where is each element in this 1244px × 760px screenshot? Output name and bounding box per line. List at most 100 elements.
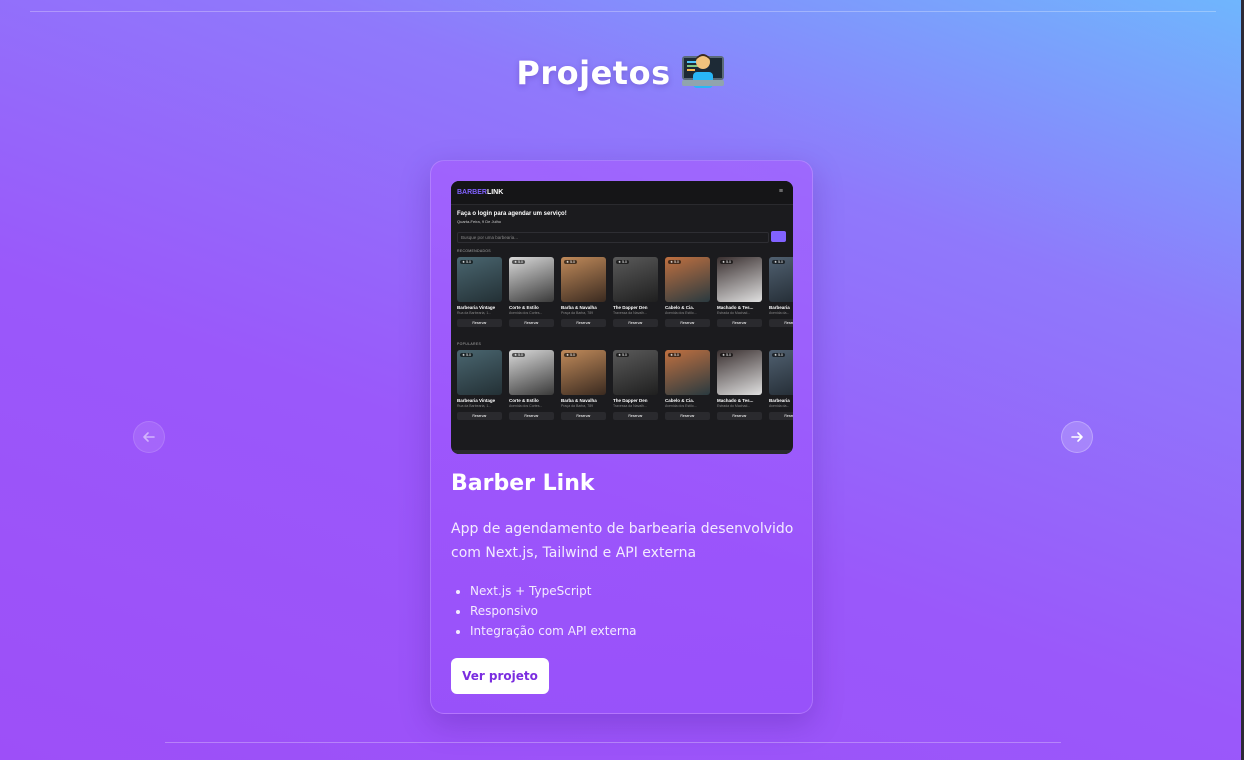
shop-reserve-button: Reservar: [613, 319, 658, 327]
tech-item: Integração com API externa: [470, 621, 637, 641]
shop-thumbnail: ★ 5.0: [613, 350, 658, 395]
shop-address: Avenida dos Cortes...: [509, 311, 543, 315]
screenshot-recommended-row: ★ 5.0 Barbearia Vintage Rua da Barbearia, …: [457, 257, 793, 327]
screenshot-popular-row: ★ 5.0 Barbearia Vintage Rua da Barbearia, …: [457, 350, 793, 420]
view-project-button[interactable]: Ver projeto: [451, 658, 549, 694]
shop-name: Machado & Tes...: [717, 305, 754, 310]
shop-address: Estrada do Machad...: [717, 311, 751, 315]
shop-address: Rua da Barbearia, 1...: [457, 311, 492, 315]
screenshot-popular-label: POPULARES: [457, 342, 482, 346]
shop-address: Travessa da Navalh...: [613, 311, 647, 315]
shop-reserve-button: Reservar: [509, 319, 554, 327]
shop-name: Barbearia: [769, 305, 790, 310]
shop-rating: ★ 5.0: [668, 260, 681, 264]
shop-address: Estrada do Machad...: [717, 404, 751, 408]
shop-name: Barbearia Vintage: [457, 305, 496, 310]
shop-name: Barba & Navalha: [561, 398, 597, 403]
screenshot-date: Quarta-Feira, 9 De Julho: [457, 219, 502, 224]
shop-name: Cabelo & Cia.: [665, 398, 695, 403]
screenshot-header: BARBERLINK ≡: [451, 181, 793, 205]
screenshot-shop-card: ★ 5.0 Corte & Estilo Avenida dos Cortes...…: [509, 257, 554, 327]
shop-thumbnail: ★ 5.0: [457, 350, 502, 395]
project-description: App de agendamento de barbearia desenvol…: [451, 521, 794, 561]
shop-address: Avenida dos Cortes...: [509, 404, 543, 408]
shop-rating: ★ 5.0: [720, 260, 733, 264]
screenshot-shop-card: ★ 5.0 Cabelo & Cia. Avenida dos Estilo... R…: [665, 257, 710, 327]
shop-address: Praça da Barba, 789: [561, 311, 594, 315]
shop-reserve-button: Reservar: [717, 412, 762, 420]
screenshot-shop-card: ★ 5.0 Machado & Tes... Estrada do Machad..…: [717, 350, 762, 420]
screenshot-shop-card: ★ 5.0 The Dapper Den Travessa da Navalh...…: [613, 257, 658, 327]
shop-reserve-button: Reservar: [769, 319, 793, 327]
shop-rating: ★ 5.0: [668, 353, 681, 357]
shop-name: Cabelo & Cia.: [665, 305, 695, 310]
screenshot-shop-card: ★ 5.0 BarbeariaAvenida da... Reservar: [769, 257, 793, 327]
carousel-next-button[interactable]: [1061, 421, 1093, 453]
logo-prefix: BARBER: [457, 189, 487, 196]
shop-reserve-button: Reservar: [665, 412, 710, 420]
shop-address: Avenida dos Estilo...: [665, 311, 697, 315]
shop-address: Avenida da...: [769, 404, 790, 408]
arrow-left-icon: [143, 432, 155, 442]
shop-thumbnail: ★ 5.0: [769, 350, 793, 395]
project-title: Barber Link: [451, 471, 595, 496]
screenshot-shop-card: ★ 5.0 The Dapper Den Travessa da Navalh...…: [613, 350, 658, 420]
shop-reserve-button: Reservar: [457, 319, 502, 327]
project-tech-list: Next.js + TypeScript Responsivo Integraç…: [470, 581, 637, 641]
shop-rating: ★ 5.0: [616, 260, 629, 264]
shop-name: Barbearia: [769, 398, 790, 403]
shop-address: Rua da Barbearia, 1...: [457, 404, 492, 408]
arrow-right-icon: [1071, 432, 1083, 442]
shop-rating: ★ 5.0: [720, 353, 733, 357]
shop-thumbnail: ★ 5.0: [561, 257, 606, 302]
shop-reserve-button: Reservar: [717, 319, 762, 327]
shop-rating: ★ 5.0: [512, 260, 525, 264]
screenshot-shop-card: ★ 5.0 Barba & Navalha Praça da Barba, 789 R…: [561, 257, 606, 327]
shop-reserve-button: Reservar: [457, 412, 502, 420]
screenshot-shop-card: ★ 5.0 Machado & Tes... Estrada do Machad..…: [717, 257, 762, 327]
search-icon: [771, 231, 786, 242]
shop-reserve-button: Reservar: [561, 412, 606, 420]
section-title: Projetos: [0, 50, 1241, 98]
shop-name: Machado & Tes...: [717, 398, 754, 403]
shop-thumbnail: ★ 5.0: [509, 350, 554, 395]
shop-thumbnail: ★ 5.0: [717, 257, 762, 302]
shop-reserve-button: Reservar: [769, 412, 793, 420]
shop-rating: ★ 5.0: [460, 353, 473, 357]
screenshot-logo: BARBERLINK: [457, 189, 503, 196]
shop-thumbnail: ★ 5.0: [561, 350, 606, 395]
shop-thumbnail: ★ 5.0: [717, 350, 762, 395]
shop-thumbnail: ★ 5.0: [457, 257, 502, 302]
screenshot-shop-card: ★ 5.0 Barbearia Vintage Rua da Barbearia, …: [457, 257, 502, 327]
shop-reserve-button: Reservar: [509, 412, 554, 420]
tech-item: Next.js + TypeScript: [470, 581, 637, 601]
shop-reserve-button: Reservar: [561, 319, 606, 327]
screenshot-shop-card: ★ 5.0 Barbearia Vintage Rua da Barbearia, …: [457, 350, 502, 420]
project-card: BARBERLINK ≡ Faça o login para agendar u…: [430, 160, 813, 714]
shop-rating: ★ 5.0: [772, 353, 785, 357]
shop-rating: ★ 5.0: [512, 353, 525, 357]
shop-rating: ★ 5.0: [564, 353, 577, 357]
carousel-prev-button[interactable]: [133, 421, 165, 453]
screenshot-shop-card: ★ 5.0 BarbeariaAvenida da... Reservar: [769, 350, 793, 420]
section-divider-top: [30, 11, 1216, 12]
shop-rating: ★ 5.0: [564, 260, 577, 264]
shop-thumbnail: ★ 5.0: [509, 257, 554, 302]
shop-address: Avenida da...: [769, 311, 790, 315]
tech-item: Responsivo: [470, 601, 637, 621]
shop-rating: ★ 5.0: [460, 260, 473, 264]
logo-suffix: LINK: [486, 189, 504, 196]
screenshot-search-input: Busque por uma barbearia...: [457, 232, 769, 243]
shop-address: Avenida dos Estilo...: [665, 404, 697, 408]
section-divider-bottom: [165, 742, 1061, 743]
project-screenshot: BARBERLINK ≡ Faça o login para agendar u…: [451, 181, 793, 454]
shop-name: Corte & Estilo: [509, 398, 539, 403]
shop-rating: ★ 5.0: [772, 260, 785, 264]
technologist-emoji-icon: [681, 50, 725, 98]
menu-icon: ≡: [778, 188, 783, 195]
shop-rating: ★ 5.0: [616, 353, 629, 357]
shop-address: Travessa da Navalh...: [613, 404, 647, 408]
shop-thumbnail: ★ 5.0: [769, 257, 793, 302]
shop-name: Barba & Navalha: [561, 305, 597, 310]
shop-name: Corte & Estilo: [509, 305, 539, 310]
